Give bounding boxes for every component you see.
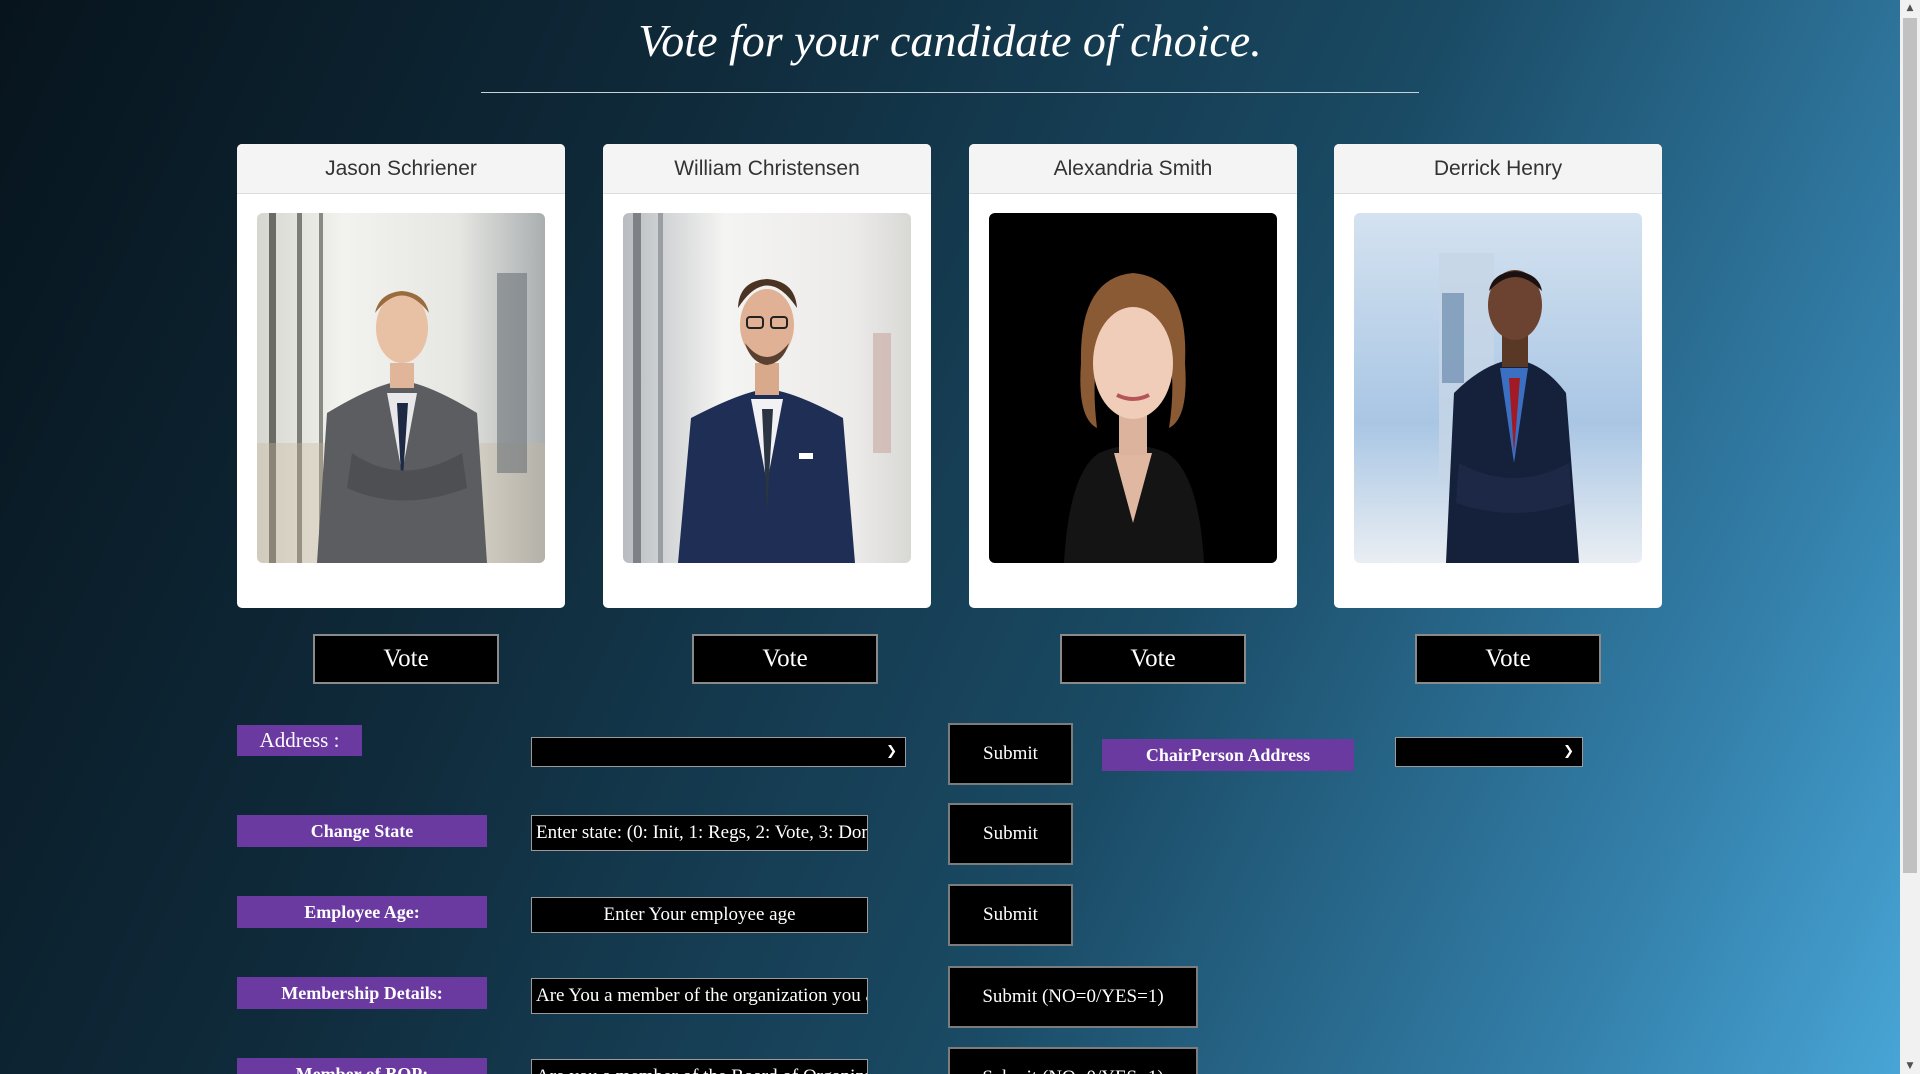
membership-details-label: Membership Details: (237, 977, 487, 1009)
candidate-card: Jason Schriener (237, 144, 565, 608)
chevron-down-icon: ❯ (886, 744, 897, 759)
scroll-down-icon[interactable]: ▼ (1900, 1058, 1920, 1074)
employee-age-label: Employee Age: (237, 896, 487, 928)
title-divider (481, 92, 1419, 93)
candidate-photo (989, 213, 1277, 563)
vote-button[interactable]: Vote (692, 634, 878, 684)
candidate-card: Alexandria Smith (969, 144, 1297, 608)
vertical-scrollbar[interactable]: ▲ ▼ (1900, 0, 1920, 1074)
vote-button[interactable]: Vote (313, 634, 499, 684)
candidate-photo (623, 213, 911, 563)
address-submit-button[interactable]: Submit (948, 723, 1073, 785)
employee-age-input[interactable]: Enter Your employee age (531, 897, 868, 933)
membership-submit-button[interactable]: Submit (NO=0/YES=1) (948, 966, 1198, 1028)
chevron-down-icon: ❯ (1563, 744, 1574, 759)
member-bop-input[interactable]: Are you a member of the Board of Organiz… (531, 1059, 868, 1074)
scroll-up-icon[interactable]: ▲ (1900, 0, 1920, 16)
candidate-card: William Christensen (603, 144, 931, 608)
address-select[interactable]: ❯ (531, 737, 906, 767)
change-state-label: Change State (237, 815, 487, 847)
candidate-photo (257, 213, 545, 563)
candidate-name: Jason Schriener (237, 144, 565, 194)
candidate-card: Derrick Henry (1334, 144, 1662, 608)
scrollbar-thumb[interactable] (1903, 18, 1917, 873)
voting-page: Vote for your candidate of choice. Jason… (0, 0, 1900, 1074)
employee-age-submit-button[interactable]: Submit (948, 884, 1073, 946)
candidate-name: William Christensen (603, 144, 931, 194)
member-bop-label: Member of BOP: (237, 1058, 487, 1074)
chairperson-address-label: ChairPerson Address (1102, 739, 1354, 771)
membership-input[interactable]: Are You a member of the organization you… (531, 978, 868, 1014)
change-state-submit-button[interactable]: Submit (948, 803, 1073, 865)
vote-button[interactable]: Vote (1415, 634, 1601, 684)
candidate-name: Derrick Henry (1334, 144, 1662, 194)
change-state-input[interactable]: Enter state: (0: Init, 1: Regs, 2: Vote,… (531, 815, 868, 851)
vote-button[interactable]: Vote (1060, 634, 1246, 684)
chairperson-address-select[interactable]: ❯ (1395, 737, 1583, 767)
page-title: Vote for your candidate of choice. (638, 15, 1262, 66)
candidate-photo (1354, 213, 1642, 563)
member-bop-submit-button[interactable]: Submit (NO=0/YES=1) (948, 1047, 1198, 1074)
address-label: Address : (237, 725, 362, 756)
candidate-name: Alexandria Smith (969, 144, 1297, 194)
